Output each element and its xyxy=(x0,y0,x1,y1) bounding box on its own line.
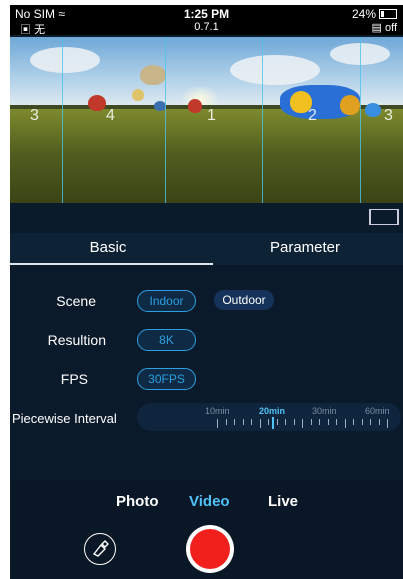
interval-tick xyxy=(285,419,286,425)
scene-outdoor-button[interactable]: Outdoor xyxy=(214,290,274,310)
interval-ticks xyxy=(217,417,399,429)
mode-live[interactable]: Live xyxy=(268,493,298,510)
scene-label: Scene xyxy=(56,293,96,309)
mode-video[interactable]: Video xyxy=(189,493,230,510)
segment-marker: 1 xyxy=(207,107,216,124)
mode-photo[interactable]: Photo xyxy=(116,493,159,510)
interval-tick xyxy=(319,419,320,425)
interval-tick xyxy=(242,419,244,425)
filter-button[interactable] xyxy=(84,533,116,565)
grid-line xyxy=(165,37,166,203)
interval-tick xyxy=(268,419,269,425)
remote-status-label: off xyxy=(384,22,397,34)
record-icon xyxy=(190,529,230,569)
fps-button[interactable]: 30FPS xyxy=(137,368,196,390)
fps-label: FPS xyxy=(60,371,88,387)
interval-tick xyxy=(251,419,252,425)
interval-tick xyxy=(234,419,235,425)
interval-tick xyxy=(361,419,363,425)
segment-marker: 3 xyxy=(384,107,393,124)
interval-tick xyxy=(310,419,312,425)
interval-tick xyxy=(327,419,329,425)
cloud xyxy=(230,55,320,85)
interval-tick-label: 10min xyxy=(205,406,230,416)
interval-tick xyxy=(378,419,380,425)
settings-panel: Scene Indoor Outdoor Resultion 8K FPS 30… xyxy=(10,265,403,481)
interval-tick xyxy=(353,419,354,425)
balloon xyxy=(132,89,144,101)
aspect-ratio-icon[interactable] xyxy=(369,209,399,225)
scene-indoor-button[interactable]: Indoor xyxy=(137,290,196,312)
balloon xyxy=(140,65,166,85)
interval-tick-label: 30min xyxy=(312,406,337,416)
app-version: 0.7.1 xyxy=(194,21,219,33)
balloon xyxy=(188,99,202,113)
interval-tick-label: 60min xyxy=(365,406,390,416)
preview-toolbar xyxy=(10,203,403,233)
interval-tick xyxy=(293,419,295,425)
interval-tick xyxy=(387,419,388,428)
interval-tick xyxy=(302,419,303,428)
interval-tick xyxy=(225,419,227,425)
app-screen: No SIM ≈ 1:25 PM 24% ▣ 无 0.7.1 ▤ off 3 4 xyxy=(10,5,403,579)
status-bar: No SIM ≈ 1:25 PM 24% ▣ 无 0.7.1 ▤ off xyxy=(10,5,403,36)
balloon xyxy=(88,95,106,111)
settings-tabs: Basic Parameter xyxy=(10,233,403,265)
battery-indicator: 24% xyxy=(352,7,397,21)
interval-tick xyxy=(217,419,218,428)
cloud xyxy=(30,47,100,73)
interval-tick xyxy=(276,419,278,425)
record-button[interactable] xyxy=(186,525,234,573)
segment-marker: 3 xyxy=(30,107,39,124)
interval-cursor[interactable] xyxy=(271,417,274,429)
clock: 1:25 PM xyxy=(183,7,230,21)
grid-line xyxy=(62,37,63,203)
resolution-button[interactable]: 8K xyxy=(137,329,196,351)
interval-tick-label: 20min xyxy=(259,406,286,416)
interval-label: Piecewise Interval xyxy=(12,411,117,426)
tab-parameter[interactable]: Parameter xyxy=(207,233,403,265)
remote-status: ▤ off xyxy=(371,22,397,34)
segment-marker: 2 xyxy=(308,107,317,124)
interval-tick xyxy=(259,419,261,428)
segment-marker: 4 xyxy=(106,107,115,124)
balloon-figure xyxy=(340,95,360,115)
tab-basic[interactable]: Basic xyxy=(10,233,206,265)
battery-icon xyxy=(379,9,397,19)
grid-line xyxy=(360,37,361,203)
interval-tick xyxy=(336,419,337,425)
grid-line xyxy=(262,37,263,203)
battery-percent: 24% xyxy=(351,7,376,21)
resolution-label: Resultion xyxy=(47,332,106,348)
interval-tick xyxy=(344,419,346,428)
filter-icon xyxy=(92,540,109,557)
interval-tick xyxy=(370,419,371,425)
interval-slider[interactable]: 10min 20min 30min 60min xyxy=(137,403,401,431)
balloon xyxy=(365,103,381,117)
capture-bar: Photo Video Live xyxy=(10,481,403,579)
camera-preview[interactable]: 3 4 1 2 3 xyxy=(10,37,403,203)
